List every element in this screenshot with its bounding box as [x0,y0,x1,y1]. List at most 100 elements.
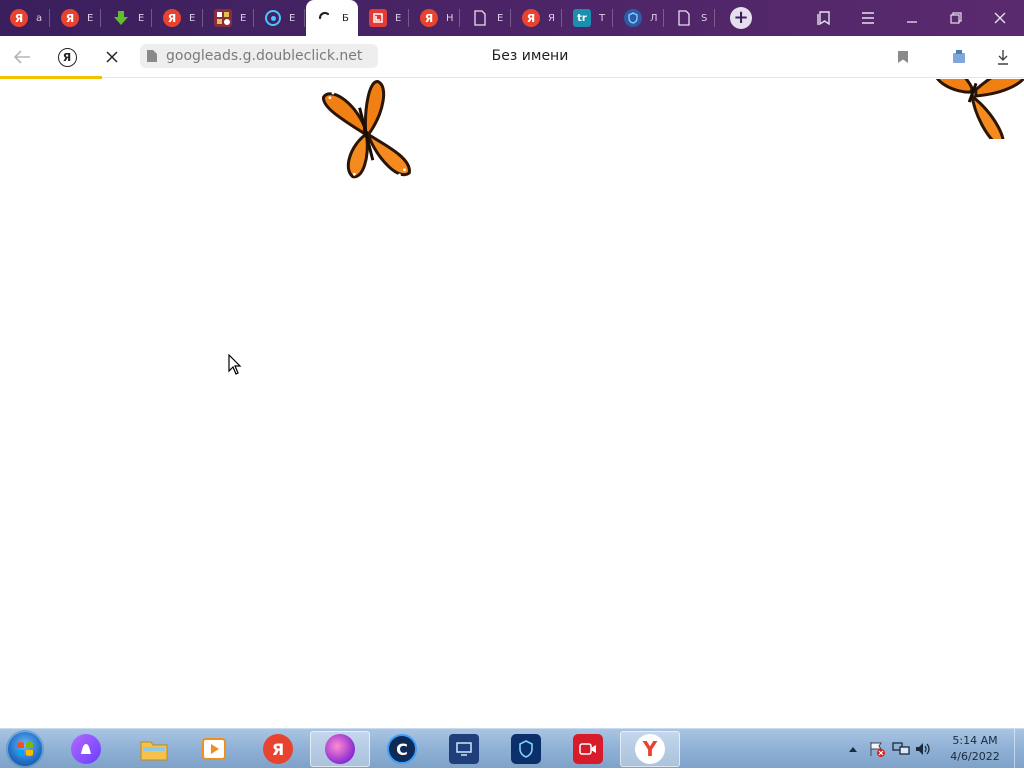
browser-tab[interactable]: Е [255,0,305,36]
taskbar-app-recorder[interactable] [560,731,616,767]
tab-title: Л [650,12,658,24]
taskbar-app-media[interactable] [186,731,242,767]
browser-tab[interactable]: tr Т [563,0,613,36]
url-text: googleads.g.doubleclick.net [166,48,363,64]
menu-button[interactable] [846,0,890,36]
browser-sphere-icon [325,734,355,764]
url-field[interactable]: googleads.g.doubleclick.net [140,44,378,68]
downloads-button[interactable] [990,44,1016,70]
browser-tab[interactable]: Е [359,0,409,36]
tab-title: Е [240,12,247,24]
close-icon [106,51,118,63]
red-square-icon [369,9,387,27]
action-center-flag-icon[interactable] [868,740,886,758]
browser-tab[interactable]: S [665,0,715,36]
tab-title: Б [342,12,349,24]
minimize-icon [907,21,917,23]
browser-tab[interactable]: Л [614,0,664,36]
network-icon[interactable] [892,741,910,757]
tab-title: Я [548,12,555,24]
tab-title: Т [599,12,606,24]
tab-title: Н [446,12,454,24]
tab-title: Е [87,12,94,24]
tr-logo-icon: tr [573,9,591,27]
taskbar-app-vpn[interactable] [498,731,554,767]
yandex-letter: Я [271,739,285,759]
yandex-icon: Я [420,9,438,27]
tab-title: S [701,12,708,24]
tray-expand-icon[interactable] [848,745,858,753]
yandex-icon: Я [522,9,540,27]
yandex-icon: Я [163,9,181,27]
screen-recorder-icon [573,734,603,764]
ccleaner-letter: C [396,739,408,759]
page-content [0,79,1024,728]
taskbar-app-yandex[interactable]: Я [250,731,306,767]
tab-title: Е [497,12,504,24]
clock-date: 4/6/2022 [950,750,1000,763]
close-icon [994,12,1006,24]
ccleaner-icon: C [387,734,417,764]
butterfly-animation [933,79,1024,139]
browser-tab[interactable]: Я а [0,0,50,36]
butterfly-animation [322,79,411,179]
browser-tab[interactable]: Е [102,0,152,36]
site-logo-icon [214,9,232,27]
hamburger-menu-icon [862,12,874,24]
taskbar-app-remote[interactable] [436,731,492,767]
browser-tab[interactable]: Я Н [410,0,460,36]
browser-tab[interactable]: Я Е [51,0,101,36]
stop-loading-button[interactable] [99,44,125,70]
tab-title: Е [189,12,196,24]
tab-strip: Я а Я Е Е Я Е Е Е Б Е Я Н Е Я Я tr Т Л S… [0,0,1024,36]
address-bar: Я googleads.g.doubleclick.net Без имени [0,36,1024,78]
tab-title: Е [138,12,145,24]
browser-tab-active[interactable]: Б [306,0,358,36]
tab-title: Е [395,12,402,24]
start-button[interactable] [6,730,44,768]
collections-button[interactable] [802,0,846,36]
windows-taskbar: Я C Y 5:14 AM 4/6/2022 [0,728,1024,769]
browser-tab[interactable]: Е [204,0,254,36]
close-window-button[interactable] [978,0,1022,36]
vpn-shield-icon [511,734,541,764]
yandex-icon: Я [10,9,28,27]
bookmarks-panel-icon [817,11,830,26]
bookmark-icon [898,51,908,63]
taskbar-app-browser-active[interactable] [310,731,370,767]
taskbar-app-yandex-browser-active[interactable]: Y [620,731,680,767]
download-arrow-icon [112,9,130,27]
new-tab-button[interactable]: + [730,7,752,29]
volume-icon[interactable] [914,741,932,757]
windows-logo-icon [17,742,33,756]
search-q-icon [265,10,281,26]
loading-spinner-icon [316,9,334,27]
browser-tab[interactable]: Я Е [153,0,203,36]
taskbar-clock[interactable]: 5:14 AM 4/6/2022 [940,733,1010,765]
tab-title: Е [289,12,296,24]
mouse-cursor-icon [228,354,242,375]
extension-icon [953,50,965,63]
taskbar-app-alice[interactable] [58,731,114,767]
bookmark-button[interactable] [890,44,916,70]
file-explorer-icon [139,734,169,764]
back-arrow-icon [14,50,30,64]
taskbar-app-ccleaner[interactable]: C [374,731,430,767]
clock-time: 5:14 AM [952,734,998,747]
tab-title: а [36,12,43,24]
restore-button[interactable] [934,0,978,36]
yandex-browser-letter: Y [642,737,658,761]
yandex-icon: Я [61,9,79,27]
browser-tab[interactable]: Я Я [512,0,562,36]
media-player-icon [199,734,229,764]
back-button[interactable] [10,44,36,70]
taskbar-app-explorer[interactable] [126,731,182,767]
minimize-button[interactable] [890,0,934,36]
yandex-home-button[interactable]: Я [54,44,80,70]
browser-tab[interactable]: Е [461,0,511,36]
extension-button[interactable] [946,44,972,70]
remote-desktop-icon [449,734,479,764]
shield-icon [624,9,642,27]
show-desktop-button[interactable] [1014,729,1024,769]
yandex-icon: Я [263,734,293,764]
